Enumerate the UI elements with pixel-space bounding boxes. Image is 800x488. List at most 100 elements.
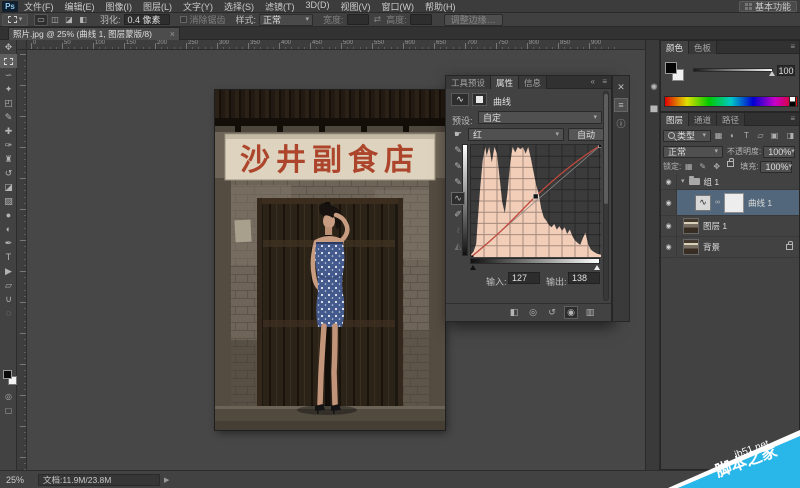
- status-options-arrow[interactable]: ▶: [164, 476, 169, 484]
- rectangular-marquee-tool[interactable]: [0, 54, 17, 68]
- channel-select[interactable]: 红 ▾: [468, 128, 564, 141]
- eraser-tool[interactable]: ◪: [0, 180, 17, 194]
- color-slider[interactable]: [693, 68, 773, 72]
- curve-pencil-tool-icon[interactable]: ✐: [451, 208, 465, 221]
- visibility-cell[interactable]: ◉: [661, 190, 677, 215]
- layer-row-body[interactable]: ▾组 1: [677, 174, 799, 189]
- color-value-box[interactable]: 100: [777, 65, 795, 76]
- menu-item-4[interactable]: 文字(Y): [183, 0, 213, 13]
- type-tool[interactable]: T: [0, 250, 17, 264]
- curves-plot[interactable]: [470, 144, 600, 256]
- height-input[interactable]: [410, 14, 432, 25]
- menu-item-8[interactable]: 视图(V): [341, 0, 371, 13]
- subtract-selection-icon[interactable]: ◪: [62, 14, 76, 26]
- lock-position-icon[interactable]: ✥: [710, 161, 723, 173]
- histogram-collapsed-icon[interactable]: ▅: [647, 100, 661, 114]
- filter-toggle-icon[interactable]: ◨: [784, 130, 797, 142]
- panel-scrollbar[interactable]: [603, 91, 609, 301]
- tool-presets-collapsed-icon[interactable]: ✕: [614, 80, 628, 94]
- layers-tab-2[interactable]: 路径: [717, 113, 745, 126]
- history-brush-tool[interactable]: ↺: [0, 166, 17, 180]
- workspace-switcher-button[interactable]: 基本功能: [739, 1, 797, 12]
- color-tab-1[interactable]: 色板: [689, 41, 717, 54]
- eye-icon[interactable]: ◉: [665, 199, 671, 207]
- visibility-eye-icon[interactable]: ◉: [564, 306, 578, 319]
- menu-item-9[interactable]: 窗口(W): [382, 0, 415, 13]
- panel-menu-icon[interactable]: ≡: [602, 77, 607, 86]
- swap-dimensions-icon[interactable]: ⇄: [374, 14, 382, 25]
- menu-item-1[interactable]: 编辑(E): [65, 0, 95, 13]
- add-selection-icon[interactable]: ◫: [48, 14, 62, 26]
- brush-tool[interactable]: ✑: [0, 138, 17, 152]
- targeted-adjustment-icon[interactable]: ☛: [451, 128, 465, 141]
- menu-item-10[interactable]: 帮助(H): [425, 0, 456, 13]
- gradient-tool[interactable]: ▨: [0, 194, 17, 208]
- layer-thumbnail[interactable]: [683, 218, 699, 234]
- layer-mask-thumbnail[interactable]: [724, 193, 744, 213]
- menu-item-7[interactable]: 3D(D): [306, 0, 330, 13]
- white-point-slider[interactable]: [594, 265, 600, 270]
- color-tab-0[interactable]: 颜色: [661, 41, 689, 54]
- menu-item-5[interactable]: 选择(S): [224, 0, 254, 13]
- zoom-level[interactable]: 25%: [6, 475, 24, 485]
- document-size-indicator[interactable]: 文档:11.9M/23.8M: [38, 474, 160, 486]
- properties-tab-2[interactable]: 信息: [519, 76, 547, 89]
- spectrum-bw-endcap[interactable]: [789, 96, 796, 107]
- color-spectrum-ramp[interactable]: [664, 96, 798, 107]
- intersect-selection-icon[interactable]: ◧: [76, 14, 90, 26]
- curve-endpoint-black[interactable]: [471, 256, 474, 258]
- filter-type-icon[interactable]: T: [740, 130, 753, 142]
- curves-thumbnail[interactable]: ∿: [695, 195, 711, 211]
- layer-row-curves[interactable]: ◉∿∞曲线 1: [661, 190, 799, 216]
- previous-state-icon[interactable]: ◎: [526, 306, 540, 319]
- refine-edge-button[interactable]: 调整边缘…: [444, 14, 503, 26]
- preset-select[interactable]: 自定 ▾: [478, 111, 602, 124]
- layer-name[interactable]: 背景: [703, 241, 720, 253]
- layer-thumbnail[interactable]: [683, 239, 699, 255]
- dodge-tool[interactable]: ◐: [0, 222, 17, 236]
- scrollbar-thumb[interactable]: [604, 94, 608, 204]
- fill-select[interactable]: 100% ▾: [760, 161, 792, 173]
- foreground-color-swatch[interactable]: [3, 370, 12, 379]
- lasso-tool[interactable]: ∽: [0, 68, 17, 82]
- properties-tab-0[interactable]: 工具预设: [446, 76, 491, 89]
- black-point-slider[interactable]: [470, 265, 476, 270]
- quick-selection-tool[interactable]: ✦: [0, 82, 17, 96]
- visibility-cell[interactable]: ◉: [661, 216, 677, 236]
- menu-item-6[interactable]: 滤镜(T): [265, 0, 295, 13]
- layer-row-group[interactable]: ◉▾组 1: [661, 174, 799, 190]
- menu-item-0[interactable]: 文件(F): [24, 0, 54, 13]
- adjustments-collapsed-icon[interactable]: ✺: [647, 80, 661, 94]
- layer-name[interactable]: 曲线 1: [748, 197, 772, 209]
- filter-adjustment-icon[interactable]: ◐: [726, 130, 739, 142]
- style-select[interactable]: 正常 ▾: [259, 14, 313, 26]
- layer-name[interactable]: 图层 1: [703, 220, 727, 232]
- filter-shape-icon[interactable]: ▱: [754, 130, 767, 142]
- filter-pixel-icon[interactable]: ▦: [712, 130, 725, 142]
- output-value-box[interactable]: 138: [568, 272, 600, 284]
- shape-tool[interactable]: ▱: [0, 278, 17, 292]
- menu-item-3[interactable]: 图层(L): [143, 0, 172, 13]
- clone-stamp-tool[interactable]: ♜: [0, 152, 17, 166]
- layer-row-image[interactable]: ◉ 图层 1: [661, 216, 799, 237]
- mask-badge-icon[interactable]: [472, 93, 487, 106]
- lock-pixels-icon[interactable]: ✎: [696, 161, 709, 173]
- tool-preset-chip[interactable]: ▾: [2, 14, 28, 26]
- input-value-box[interactable]: 127: [508, 272, 540, 284]
- info-collapsed-icon[interactable]: ⓘ: [614, 116, 628, 130]
- visibility-cell[interactable]: ◉: [661, 237, 677, 257]
- eye-icon[interactable]: ◉: [665, 222, 671, 230]
- expand-caret-icon[interactable]: ▾: [681, 178, 685, 185]
- blend-mode-select[interactable]: 正常 ▾: [663, 146, 723, 158]
- layer-filter-select[interactable]: 类型 ▾: [663, 130, 711, 142]
- healing-brush-tool[interactable]: ✚: [0, 124, 17, 138]
- layer-row-body[interactable]: 图层 1: [677, 216, 799, 236]
- curve-endpoint-white[interactable]: [599, 145, 602, 148]
- antialias-checkbox[interactable]: [180, 16, 187, 23]
- collapse-panel-icon[interactable]: «: [591, 77, 595, 86]
- foreground-color-swatch[interactable]: [665, 62, 677, 74]
- feather-input[interactable]: 0.4 像素: [124, 14, 170, 25]
- eye-icon[interactable]: ◉: [665, 243, 671, 251]
- menu-item-2[interactable]: 图像(I): [106, 0, 133, 13]
- lock-transparent-icon[interactable]: ▦: [682, 161, 695, 173]
